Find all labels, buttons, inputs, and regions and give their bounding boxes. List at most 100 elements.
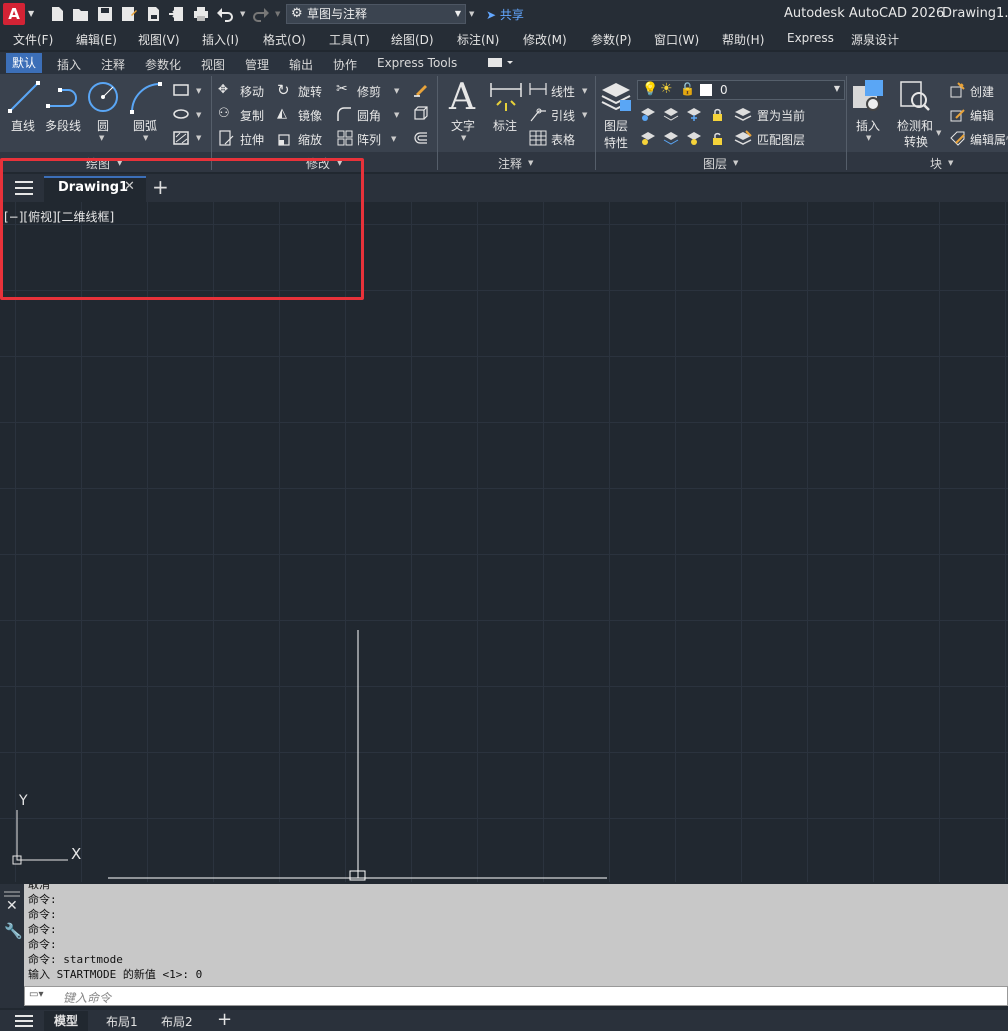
rectangle-tool-icon[interactable]	[173, 84, 189, 99]
trim-icon[interactable]: ✂	[336, 81, 348, 97]
menu-insert[interactable]: 插入(I)	[202, 31, 239, 48]
insert-dropdown-icon[interactable]: ▼	[866, 134, 871, 142]
scale-label[interactable]: 缩放	[298, 131, 322, 148]
tab-annotate[interactable]: 注释	[101, 56, 125, 73]
plot-icon[interactable]	[192, 5, 210, 23]
customize-quick-access-icon[interactable]: ▼	[469, 10, 474, 18]
layer-lock-icon[interactable]	[709, 106, 725, 125]
ellipse-tool-icon[interactable]	[173, 108, 189, 123]
block-panel-expand-icon[interactable]: ▼	[948, 159, 953, 167]
menu-file[interactable]: 文件(F)	[13, 31, 53, 48]
save-icon[interactable]	[96, 5, 114, 23]
circle-dropdown-icon[interactable]: ▼	[99, 134, 104, 142]
save-as-icon[interactable]	[120, 5, 138, 23]
copy-label[interactable]: 复制	[240, 107, 264, 124]
layer-isolate-icon[interactable]	[663, 106, 679, 125]
table-icon[interactable]	[529, 130, 547, 149]
workspace-dropdown[interactable]: ⚙ 草图与注释 ▼	[286, 4, 466, 24]
offset-icon[interactable]	[413, 130, 429, 149]
trim-label[interactable]: 修剪	[357, 83, 381, 100]
fillet-dropdown-icon[interactable]: ▼	[394, 111, 399, 119]
app-menu-caret-icon[interactable]: ▼	[28, 9, 34, 18]
leader-label[interactable]: 引线	[551, 107, 575, 124]
linear-dim-label[interactable]: 线性	[551, 83, 575, 100]
erase-icon[interactable]	[413, 81, 429, 100]
move-label[interactable]: 移动	[240, 83, 264, 100]
menu-view[interactable]: 视图(V)	[138, 31, 180, 48]
layer-thaw-icon[interactable]	[686, 130, 702, 149]
customize-wrench-icon[interactable]: 🔧	[4, 922, 23, 940]
redo-icon[interactable]	[252, 5, 270, 23]
grip-icon[interactable]	[4, 886, 20, 897]
scale-icon[interactable]	[278, 130, 294, 149]
edit-block-label[interactable]: 编辑	[970, 107, 994, 124]
linear-dim-icon[interactable]	[529, 82, 547, 99]
menu-tools[interactable]: 工具(T)	[329, 31, 370, 48]
layer-unlock-icon[interactable]	[709, 130, 725, 149]
menu-format[interactable]: 格式(O)	[263, 31, 306, 48]
insert-block-label[interactable]: 插入	[856, 117, 880, 134]
menu-edit[interactable]: 编辑(E)	[76, 31, 117, 48]
new-file-icon[interactable]	[48, 5, 66, 23]
polyline-tool-label[interactable]: 多段线	[45, 117, 81, 134]
create-block-label[interactable]: 创建	[970, 83, 994, 100]
array-dropdown-icon[interactable]: ▼	[391, 135, 396, 143]
trim-dropdown-icon[interactable]: ▼	[394, 87, 399, 95]
dimension-tool-label[interactable]: 标注	[493, 117, 517, 134]
layout-menu-icon[interactable]	[15, 1015, 33, 1027]
tab-layout1[interactable]: 布局1	[106, 1013, 138, 1030]
annotation-panel-expand-icon[interactable]: ▼	[528, 159, 533, 167]
detect-convert-label-2[interactable]: 转换	[904, 133, 928, 150]
menu-parametric[interactable]: 参数(P)	[591, 31, 632, 48]
edit-attributes-icon[interactable]	[950, 130, 966, 149]
command-prompt-icon[interactable]: ▭▾	[29, 989, 43, 1000]
layer-properties-label-1[interactable]: 图层	[604, 117, 628, 134]
linear-dropdown-icon[interactable]: ▼	[582, 87, 587, 95]
move-icon[interactable]: ✥	[218, 82, 228, 96]
menu-dimension[interactable]: 标注(N)	[457, 31, 499, 48]
menu-modify[interactable]: 修改(M)	[523, 31, 567, 48]
arc-dropdown-icon[interactable]: ▼	[143, 134, 148, 142]
line-tool-label[interactable]: 直线	[11, 117, 35, 134]
layer-on-icon[interactable]	[640, 130, 656, 149]
layer-off-icon[interactable]	[640, 106, 656, 125]
tab-parametric[interactable]: 参数化	[145, 56, 181, 73]
stretch-label[interactable]: 拉伸	[240, 131, 264, 148]
rotate-label[interactable]: 旋转	[298, 83, 322, 100]
detect-dropdown-icon[interactable]: ▼	[936, 129, 941, 137]
block-panel-title[interactable]: 块	[930, 155, 942, 172]
make-current-label[interactable]: 置为当前	[757, 107, 805, 124]
rectangle-dropdown-icon[interactable]: ▼	[196, 87, 201, 95]
arc-tool-icon[interactable]	[128, 80, 162, 117]
line-tool-icon[interactable]	[7, 80, 41, 117]
mirror-label[interactable]: 镜像	[298, 107, 322, 124]
layer-unisolate-icon[interactable]	[663, 130, 679, 149]
circle-tool-label[interactable]: 圆	[97, 117, 109, 134]
match-layer-icon[interactable]	[734, 130, 752, 149]
autocad-logo-button[interactable]: A	[3, 3, 25, 25]
text-tool-label[interactable]: 文字	[451, 117, 475, 134]
fillet-label[interactable]: 圆角	[357, 107, 381, 124]
menu-express[interactable]: Express	[787, 31, 834, 45]
undo-dropdown-icon[interactable]: ▼	[240, 10, 245, 18]
insert-block-icon[interactable]	[851, 78, 885, 115]
menu-window[interactable]: 窗口(W)	[654, 31, 699, 48]
edit-block-icon[interactable]	[950, 106, 966, 125]
leader-dropdown-icon[interactable]: ▼	[582, 111, 587, 119]
text-tool-icon[interactable]: A	[449, 80, 475, 116]
table-label[interactable]: 表格	[551, 131, 575, 148]
hatch-tool-icon[interactable]	[173, 131, 189, 148]
undo-icon[interactable]	[216, 5, 234, 23]
tab-model[interactable]: 模型	[44, 1011, 89, 1031]
menu-yuanquan[interactable]: 源泉设计	[851, 31, 899, 48]
tab-manage[interactable]: 管理	[245, 56, 269, 73]
match-layer-label[interactable]: 匹配图层	[757, 131, 805, 148]
tab-insert[interactable]: 插入	[57, 56, 81, 73]
save-to-web-icon[interactable]	[168, 5, 186, 23]
array-label[interactable]: 阵列	[357, 131, 381, 148]
detect-convert-icon[interactable]	[899, 80, 931, 115]
tab-express-tools[interactable]: Express Tools	[377, 56, 457, 70]
explode-3d-icon[interactable]	[413, 105, 429, 124]
menu-draw[interactable]: 绘图(D)	[391, 31, 434, 48]
tab-output[interactable]: 输出	[289, 56, 313, 73]
